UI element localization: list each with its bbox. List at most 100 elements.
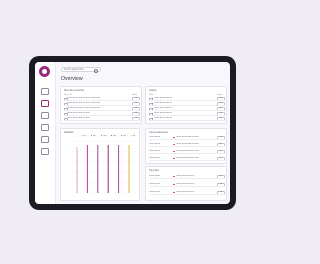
table-row[interactable]: Lorem ipsum dolor sit amet Edit xyxy=(64,112,140,116)
column-header: Name xyxy=(149,94,154,96)
row-name: Lorem ipsum dolor sit amet xyxy=(176,136,199,138)
documents-icon[interactable] xyxy=(41,112,49,119)
row-name: Lorem ipsum dolor sit xyxy=(154,107,173,109)
search-input[interactable]: Search placeholder xyxy=(61,67,101,73)
row-name: Lorem ipsum dolor sit xyxy=(176,175,195,177)
row-action-button[interactable]: Edit xyxy=(217,112,225,115)
column-header: Name / ID xyxy=(64,94,73,96)
table-row[interactable]: Lorem ipsum dolor sit Edit xyxy=(149,102,225,106)
activity-card: Activity Name Status Lorem ipsum dolor s… xyxy=(145,86,227,124)
chart-icon[interactable] xyxy=(41,136,49,143)
chart-bar[interactable] xyxy=(86,145,88,193)
row-action-button[interactable]: Edit xyxy=(132,107,140,110)
table-row[interactable]: Lorem ipsum Lorem ipsum dolor sit Edit xyxy=(149,175,225,179)
card-title: Top picks xyxy=(149,169,159,172)
main-content: Search placeholder Overview Hero list of… xyxy=(57,62,230,204)
row-name: Lorem ipsum dolor sit amet consectetur xyxy=(67,97,101,99)
row-name: Lorem ipsum dolor sit amet xyxy=(176,143,199,145)
group-statements-card: Group statements Lorem ipsum Lorem ipsum … xyxy=(145,128,227,164)
table-row[interactable]: Lorem ipsum dolor sit amet consectetur Ed… xyxy=(64,107,140,111)
page-title: Overview xyxy=(61,76,83,82)
status-dot xyxy=(173,175,175,178)
row-name: Lorem ipsum dolor sit amet xyxy=(176,157,199,159)
statistics-card: Statistics One Two Three Four Five Six xyxy=(60,128,140,201)
status-dot xyxy=(173,183,175,186)
row-action-button[interactable]: Edit xyxy=(217,191,225,194)
table-row[interactable]: Lorem ipsum Lorem ipsum dolor sit Edit xyxy=(149,191,225,195)
table-row[interactable]: Lorem ipsum Lorem ipsum dolor sit Edit xyxy=(149,183,225,187)
column-header: Status xyxy=(132,94,138,96)
table-row[interactable]: Lorem ipsum dolor sit Edit xyxy=(149,112,225,116)
status-dot xyxy=(173,150,175,153)
row-label: Lorem ipsum xyxy=(149,191,160,193)
chart-bar[interactable] xyxy=(76,147,78,193)
row-action-button[interactable]: Edit xyxy=(132,112,140,115)
row-name: Lorem ipsum dolor sit xyxy=(176,183,195,185)
row-name: Lorem ipsum dolor sit amet consectetur xyxy=(67,107,101,109)
status-dot xyxy=(173,143,175,146)
row-name: Lorem ipsum dolor sit amet xyxy=(67,117,90,119)
table-row[interactable]: Lorem ipsum Lorem ipsum dolor sit amet Edi… xyxy=(149,136,225,140)
gear-icon[interactable] xyxy=(41,148,49,155)
chart-bar[interactable] xyxy=(107,145,109,193)
row-label: Lorem ipsum xyxy=(149,183,160,185)
status-dot xyxy=(173,136,175,139)
table-row[interactable]: Lorem ipsum dolor sit amet consectetur Ed… xyxy=(64,97,140,101)
table-row[interactable]: Lorem ipsum Lorem ipsum dolor sit amet Edi… xyxy=(149,143,225,147)
chart-bar[interactable] xyxy=(118,145,120,193)
app-screen: Search placeholder Overview Hero list of… xyxy=(35,62,230,204)
chart-bar[interactable] xyxy=(128,145,130,193)
row-action-button[interactable]: Edit xyxy=(217,136,225,139)
row-name: Lorem ipsum dolor sit amet xyxy=(176,150,199,152)
row-action-button[interactable]: Edit xyxy=(132,117,140,120)
table-row[interactable]: Lorem ipsum Lorem ipsum dolor sit amet Edi… xyxy=(149,150,225,154)
row-action-button[interactable]: Edit xyxy=(217,143,225,146)
row-name: Lorem ipsum dolor sit amet xyxy=(67,112,90,114)
row-name: Lorem ipsum dolor sit xyxy=(176,191,195,193)
status-dot xyxy=(173,191,175,194)
row-action-button[interactable]: Edit xyxy=(217,157,225,160)
table-row[interactable]: Lorem ipsum Lorem ipsum dolor sit amet Edi… xyxy=(149,157,225,161)
row-action-button[interactable]: Edit xyxy=(217,102,225,105)
row-action-button[interactable]: Edit xyxy=(132,97,140,100)
row-name: Lorem ipsum dolor sit xyxy=(154,112,173,114)
column-header: Status xyxy=(217,94,223,96)
row-name: Lorem ipsum dolor sit xyxy=(154,117,173,119)
row-label: Lorem ipsum xyxy=(149,157,160,159)
table-row[interactable]: Lorem ipsum dolor sit amet consectetur Ed… xyxy=(64,102,140,106)
row-action-button[interactable]: Edit xyxy=(217,97,225,100)
row-name: Lorem ipsum dolor sit xyxy=(154,97,173,99)
search-icon xyxy=(94,69,98,73)
row-label: Lorem ipsum xyxy=(149,150,160,152)
users-icon[interactable] xyxy=(41,100,49,107)
row-action-button[interactable]: Edit xyxy=(217,117,225,120)
table-row[interactable]: Lorem ipsum dolor sit Edit xyxy=(149,117,225,121)
dashboard-icon[interactable] xyxy=(41,88,49,95)
table-row[interactable]: Lorem ipsum dolor sit Edit xyxy=(149,107,225,111)
status-dot xyxy=(173,157,175,160)
card-title: Group statements xyxy=(149,131,169,134)
settings-icon[interactable] xyxy=(41,124,49,131)
chart-bar[interactable] xyxy=(97,145,99,193)
records-card: Hero list of records Name / ID Status Lo… xyxy=(60,86,142,124)
row-action-button[interactable]: Edit xyxy=(217,183,225,186)
brand-logo[interactable] xyxy=(39,66,50,77)
row-label: Lorem ipsum xyxy=(149,136,160,138)
row-label: Lorem ipsum xyxy=(149,175,160,177)
table-row[interactable]: Lorem ipsum dolor sit Edit xyxy=(149,97,225,101)
sidebar xyxy=(35,62,56,204)
row-action-button[interactable]: Edit xyxy=(217,150,225,153)
card-title: Hero list of records xyxy=(64,89,85,92)
row-action-button[interactable]: Edit xyxy=(217,175,225,178)
search-placeholder: Search placeholder xyxy=(64,69,84,71)
row-label: Lorem ipsum xyxy=(149,143,160,145)
card-title: Activity xyxy=(149,89,157,92)
top-picks-card: Top picks Lorem ipsum Lorem ipsum dolor s… xyxy=(145,166,227,201)
row-name: Lorem ipsum dolor sit amet consectetur xyxy=(67,102,101,104)
table-row[interactable]: Lorem ipsum dolor sit amet Edit xyxy=(64,117,140,121)
statistics-chart xyxy=(69,140,137,194)
row-action-button[interactable]: Edit xyxy=(132,102,140,105)
row-name: Lorem ipsum dolor sit xyxy=(154,102,173,104)
row-action-button[interactable]: Edit xyxy=(217,107,225,110)
tablet-frame: Search placeholder Overview Hero list of… xyxy=(29,56,236,210)
